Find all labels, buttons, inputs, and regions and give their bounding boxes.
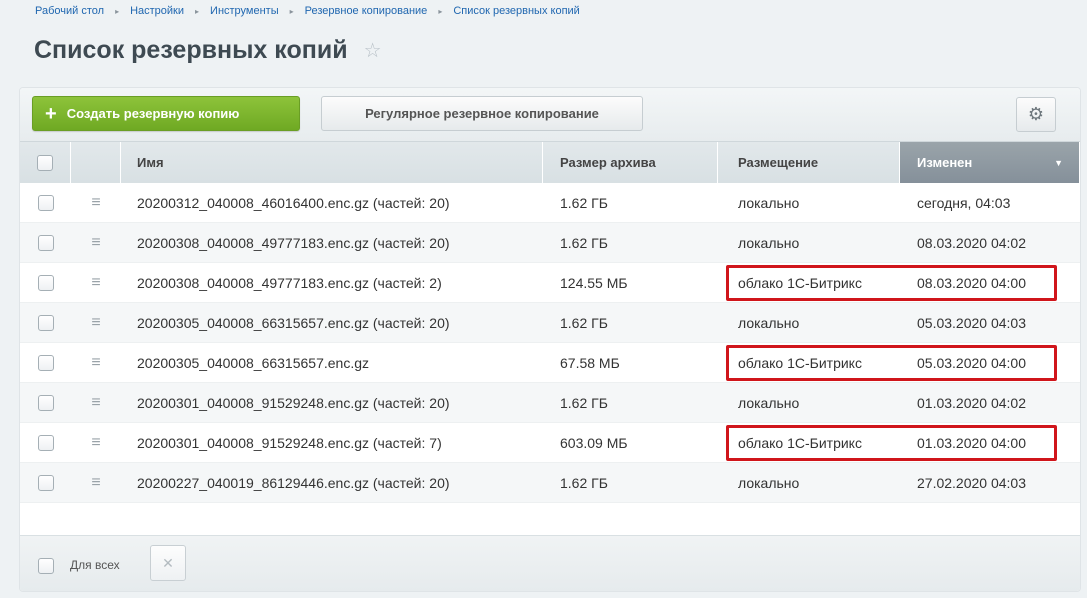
- backup-changed: 27.02.2020 04:03: [917, 475, 1026, 491]
- table-row[interactable]: ≡ 20200301_040008_91529248.enc.gz (частей…: [20, 383, 1080, 423]
- backup-placement: локально: [738, 395, 800, 411]
- column-header-changed-label: Изменен: [917, 155, 973, 170]
- backup-placement: локально: [738, 315, 800, 331]
- column-header-name[interactable]: Имя: [121, 142, 543, 183]
- breadcrumb-tools[interactable]: Инструменты: [210, 5, 279, 17]
- drag-handle-icon[interactable]: ≡: [71, 423, 121, 463]
- backup-placement: локально: [738, 235, 800, 251]
- header-select-all: [20, 142, 71, 183]
- row-checkbox-cell: [20, 423, 71, 463]
- row-checkbox-cell: [20, 343, 71, 383]
- header-drag-column: [71, 142, 121, 183]
- table-row[interactable]: ≡ 20200308_040008_49777183.enc.gz (частей…: [20, 263, 1080, 303]
- backup-size: 124.55 МБ: [560, 275, 628, 291]
- plus-icon: +: [45, 102, 57, 125]
- backup-changed: 01.03.2020 04:02: [917, 395, 1026, 411]
- backup-size: 1.62 ГБ: [560, 195, 608, 211]
- backup-changed: сегодня, 04:03: [917, 195, 1011, 211]
- row-checkbox-cell: [20, 303, 71, 343]
- backup-size: 1.62 ГБ: [560, 475, 608, 491]
- breadcrumb: Рабочий стол ▸ Настройки ▸ Инструменты ▸…: [35, 3, 580, 19]
- drag-handle-icon[interactable]: ≡: [71, 183, 121, 223]
- backup-placement: локально: [738, 195, 800, 211]
- backup-name: 20200301_040008_91529248.enc.gz (частей:…: [137, 435, 442, 451]
- column-header-changed[interactable]: Изменен ▼: [900, 142, 1080, 183]
- breadcrumb-separator-icon: ▸: [438, 6, 443, 16]
- table-body: ≡ 20200312_040008_46016400.enc.gz (частей…: [20, 183, 1080, 503]
- drag-handle-icon[interactable]: ≡: [71, 463, 121, 503]
- page-title-container: Список резервных копий ☆: [34, 36, 382, 65]
- backup-size: 67.58 МБ: [560, 355, 620, 371]
- row-checkbox[interactable]: [37, 475, 54, 491]
- drag-handle-icon[interactable]: ≡: [71, 223, 121, 263]
- breadcrumb-separator-icon: ▸: [289, 6, 294, 16]
- backup-size: 1.62 ГБ: [560, 395, 608, 411]
- row-checkbox-cell: [20, 263, 71, 303]
- backup-list-panel: + Создать резервную копию Регулярное рез…: [20, 88, 1080, 591]
- backup-changed: 05.03.2020 04:03: [917, 315, 1026, 331]
- row-checkbox[interactable]: [37, 395, 54, 411]
- apply-for-all-checkbox[interactable]: [38, 558, 54, 574]
- row-checkbox[interactable]: [37, 315, 54, 331]
- create-backup-label: Создать резервную копию: [66, 106, 240, 121]
- row-checkbox[interactable]: [37, 275, 54, 291]
- column-header-size[interactable]: Размер архива: [543, 142, 718, 183]
- table-row[interactable]: ≡ 20200312_040008_46016400.enc.gz (частей…: [20, 183, 1080, 223]
- backup-placement: локально: [738, 475, 800, 491]
- table-header: Имя Размер архива Размещение Изменен ▼: [20, 141, 1080, 183]
- backup-name: 20200305_040008_66315657.enc.gz: [137, 355, 370, 371]
- gear-icon[interactable]: ⚙: [1016, 97, 1056, 132]
- row-checkbox[interactable]: [37, 355, 54, 371]
- drag-handle-icon[interactable]: ≡: [71, 303, 121, 343]
- backup-name: 20200308_040008_49777183.enc.gz (частей:…: [137, 235, 450, 251]
- row-checkbox[interactable]: [37, 235, 54, 251]
- backup-name: 20200308_040008_49777183.enc.gz (частей:…: [137, 275, 442, 291]
- create-backup-button[interactable]: + Создать резервную копию: [32, 96, 300, 131]
- breadcrumb-settings[interactable]: Настройки: [130, 5, 184, 17]
- cloud-highlight-frame: [726, 265, 1057, 301]
- backup-name: 20200305_040008_66315657.enc.gz (частей:…: [137, 315, 450, 331]
- select-all-checkbox[interactable]: [37, 154, 53, 171]
- breadcrumb-backup-list[interactable]: Список резервных копий: [453, 5, 579, 17]
- backup-size: 1.62 ГБ: [560, 235, 608, 251]
- cloud-highlight-frame: [726, 345, 1057, 381]
- breadcrumb-separator-icon: ▸: [195, 6, 200, 16]
- table-row[interactable]: ≡ 20200305_040008_66315657.enc.gz 67.58 МБ…: [20, 343, 1080, 383]
- star-icon[interactable]: ☆: [364, 38, 382, 63]
- table-row[interactable]: ≡ 20200227_040019_86129446.enc.gz (частей…: [20, 463, 1080, 503]
- backup-size: 603.09 МБ: [560, 435, 628, 451]
- apply-for-all-label: Для всех: [70, 558, 120, 572]
- row-checkbox-cell: [20, 183, 71, 223]
- backup-name: 20200312_040008_46016400.enc.gz (частей:…: [137, 195, 450, 211]
- page-title: Список резервных копий: [34, 36, 348, 64]
- breadcrumb-desktop[interactable]: Рабочий стол: [35, 5, 104, 17]
- backup-name: 20200301_040008_91529248.enc.gz (частей:…: [137, 395, 450, 411]
- drag-handle-icon[interactable]: ≡: [71, 343, 121, 383]
- table-footer: Для всех ✕: [20, 535, 1080, 591]
- row-checkbox[interactable]: [37, 195, 54, 211]
- breadcrumb-separator-icon: ▸: [115, 6, 120, 16]
- backup-size: 1.62 ГБ: [560, 315, 608, 331]
- row-checkbox[interactable]: [37, 435, 54, 451]
- toolbar: + Создать резервную копию Регулярное рез…: [20, 88, 1080, 141]
- row-checkbox-cell: [20, 463, 71, 503]
- drag-handle-icon[interactable]: ≡: [71, 263, 121, 303]
- table-row[interactable]: ≡ 20200308_040008_49777183.enc.gz (частей…: [20, 223, 1080, 263]
- backup-changed: 08.03.2020 04:02: [917, 235, 1026, 251]
- table-row[interactable]: ≡ 20200305_040008_66315657.enc.gz (частей…: [20, 303, 1080, 343]
- row-checkbox-cell: [20, 223, 71, 263]
- table-row[interactable]: ≡ 20200301_040008_91529248.enc.gz (частей…: [20, 423, 1080, 463]
- drag-handle-icon[interactable]: ≡: [71, 383, 121, 423]
- row-checkbox-cell: [20, 383, 71, 423]
- delete-icon[interactable]: ✕: [150, 545, 186, 581]
- sort-desc-icon[interactable]: ▼: [1054, 158, 1063, 168]
- regular-backup-button[interactable]: Регулярное резервное копирование: [321, 96, 643, 131]
- backup-name: 20200227_040019_86129446.enc.gz (частей:…: [137, 475, 450, 491]
- column-header-place[interactable]: Размещение: [718, 142, 900, 183]
- cloud-highlight-frame: [726, 425, 1057, 461]
- breadcrumb-backup[interactable]: Резервное копирование: [305, 5, 428, 17]
